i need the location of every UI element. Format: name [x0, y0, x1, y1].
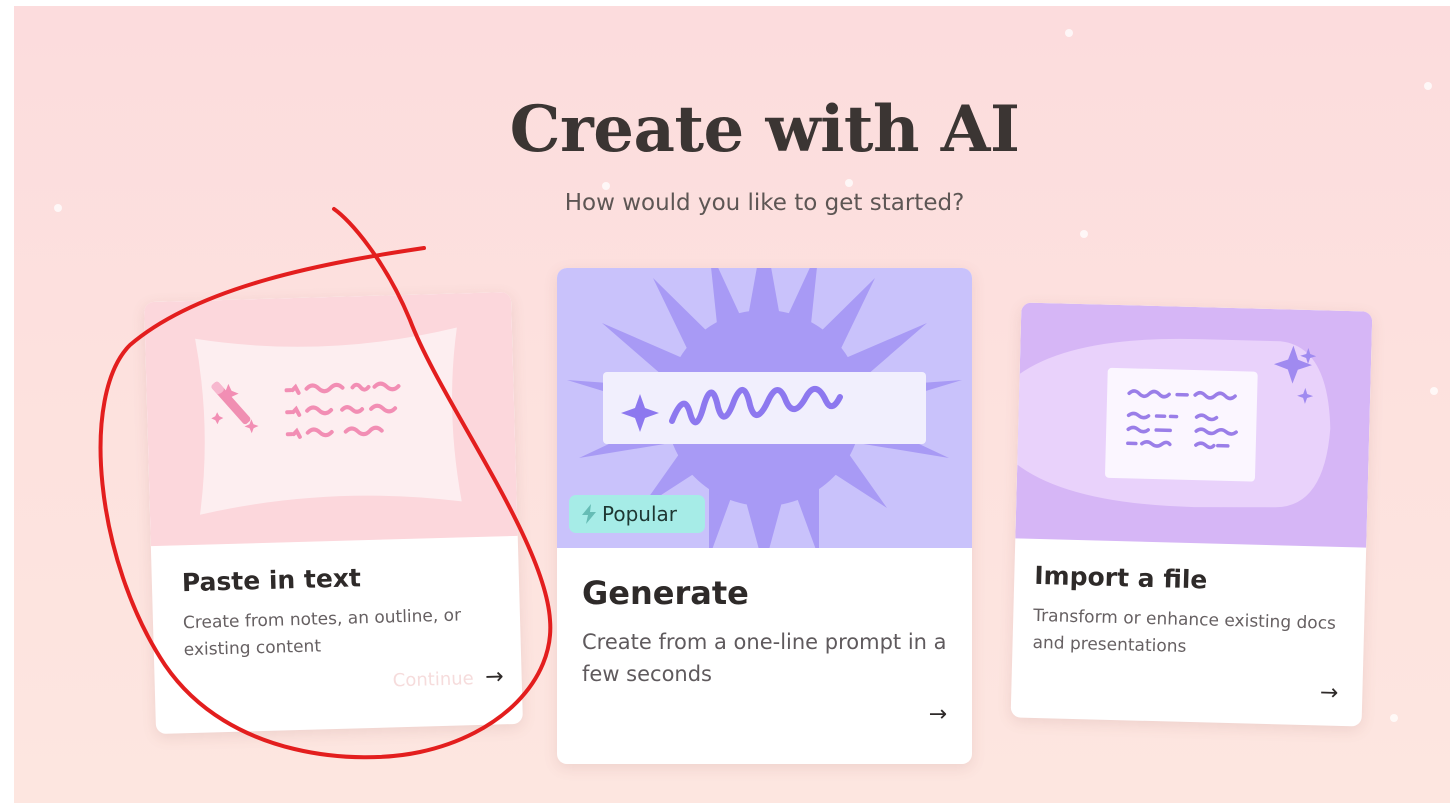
sparkle-dot [1080, 230, 1088, 238]
card-title: Import a file [1033, 560, 1208, 595]
import-file-card[interactable]: Import a file Transform or enhance exist… [1010, 302, 1373, 727]
import-file-illustration [1015, 302, 1373, 548]
generate-card[interactable]: Popular Generate Create from a one-line … [557, 268, 972, 764]
sparkle-dot [1424, 82, 1432, 90]
sparkle-dot [1065, 29, 1073, 37]
page-title: Create with AI [509, 92, 1020, 167]
card-description: Create from notes, an outline, or existi… [182, 605, 462, 661]
arrow-right-icon[interactable]: → [485, 664, 504, 690]
sparkle-dot [602, 182, 610, 190]
sparkle-dot [1390, 714, 1398, 722]
arrow-right-icon[interactable]: → [1320, 680, 1339, 705]
card-description: Transform or enhance existing docs and p… [1032, 605, 1337, 657]
paste-in-text-card[interactable]: Paste in text Create from notes, an outl… [144, 291, 523, 735]
card-description: Create from a one-line prompt in a few s… [582, 630, 947, 686]
card-title: Generate [582, 574, 749, 612]
page-subtitle: How would you like to get started? [564, 190, 965, 216]
continue-link[interactable]: Continue [392, 668, 474, 691]
badge-label: Popular [602, 502, 677, 526]
card-title: Paste in text [181, 563, 362, 598]
arrow-right-icon[interactable]: → [929, 702, 947, 727]
paste-text-illustration [144, 291, 518, 547]
lightning-icon [582, 504, 596, 524]
popular-badge: Popular [569, 495, 705, 533]
sparkle-dot [845, 179, 853, 187]
sparkle-dot [1430, 387, 1438, 395]
